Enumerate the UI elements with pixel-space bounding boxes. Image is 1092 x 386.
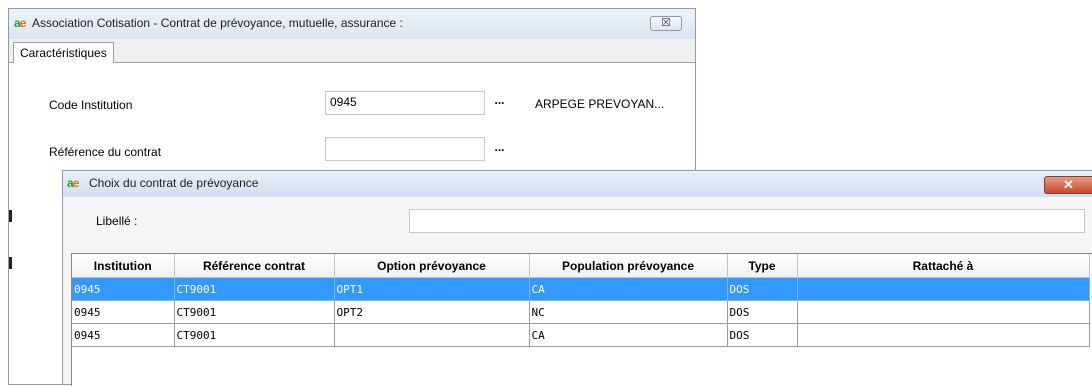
cell-rattache [797,277,1090,301]
column-header-option[interactable]: Option prévoyance [334,254,530,278]
column-header-rattache[interactable]: Rattaché à [797,254,1090,278]
column-header-reference[interactable]: Référence contrat [174,254,335,278]
dialog-title: Choix du contrat de prévoyance [89,176,259,190]
reference-contrat-lookup-button[interactable]: ... [489,140,510,159]
cell-reference: CT9001 [174,277,335,301]
app-logo-icon: ae [14,16,26,30]
cell-reference: CT9001 [174,323,335,347]
libelle-input[interactable] [409,209,1085,233]
table-row[interactable]: 0945 CT9001 OPT2 NC DOS [72,300,1090,324]
cell-rattache [797,323,1090,347]
contracts-grid[interactable]: Institution Référence contrat Option pré… [71,253,1092,386]
cell-institution: 0945 [72,323,175,347]
code-institution-lookup-button[interactable]: ... [489,93,510,112]
cell-type: DOS [727,300,798,324]
table-header-row: Institution Référence contrat Option pré… [72,254,1090,278]
filter-area: Libellé : [63,197,1092,249]
dialog-titlebar[interactable]: ae Choix du contrat de prévoyance ✕ [63,171,1092,197]
cell-population: CA [529,277,728,301]
cell-option: OPT1 [334,277,530,301]
main-window-title: Association Cotisation - Contrat de prév… [32,16,403,30]
tab-caracteristiques[interactable]: Caractéristiques [13,42,114,64]
hidden-label-edge [9,257,12,269]
close-icon[interactable]: ☒ [650,16,682,31]
cell-institution: 0945 [72,277,175,301]
cell-population: NC [529,300,728,324]
main-window-titlebar[interactable]: ae Association Cotisation - Contrat de p… [9,9,695,39]
choose-contract-dialog: ae Choix du contrat de prévoyance ✕ Libe… [62,170,1092,386]
column-header-institution[interactable]: Institution [72,254,175,278]
column-header-type[interactable]: Type [727,254,798,278]
column-header-population[interactable]: Population prévoyance [529,254,728,278]
table-row[interactable]: 0945 CT9001 CA DOS [72,323,1090,347]
cell-type: DOS [727,323,798,347]
cell-rattache [797,300,1090,324]
cell-option [334,323,530,347]
cell-population: CA [529,323,728,347]
reference-contrat-input[interactable] [325,137,485,161]
close-icon[interactable]: ✕ [1044,176,1092,194]
institution-description: ARPEGE PREVOYAN... [535,97,665,111]
libelle-label: Libellé : [96,214,138,228]
cell-option: OPT2 [334,300,530,324]
code-institution-input[interactable]: 0945 [325,91,485,115]
cell-type: DOS [727,277,798,301]
contracts-table: Institution Référence contrat Option pré… [72,254,1090,347]
cell-reference: CT9001 [174,300,335,324]
app-logo-icon: ae [67,176,79,190]
table-row[interactable]: 0945 CT9001 OPT1 CA DOS [72,277,1090,301]
hidden-label-edge [9,210,12,222]
cell-institution: 0945 [72,300,175,324]
code-institution-label: Code Institution [49,98,133,112]
reference-contrat-label: Référence du contrat [49,145,162,159]
